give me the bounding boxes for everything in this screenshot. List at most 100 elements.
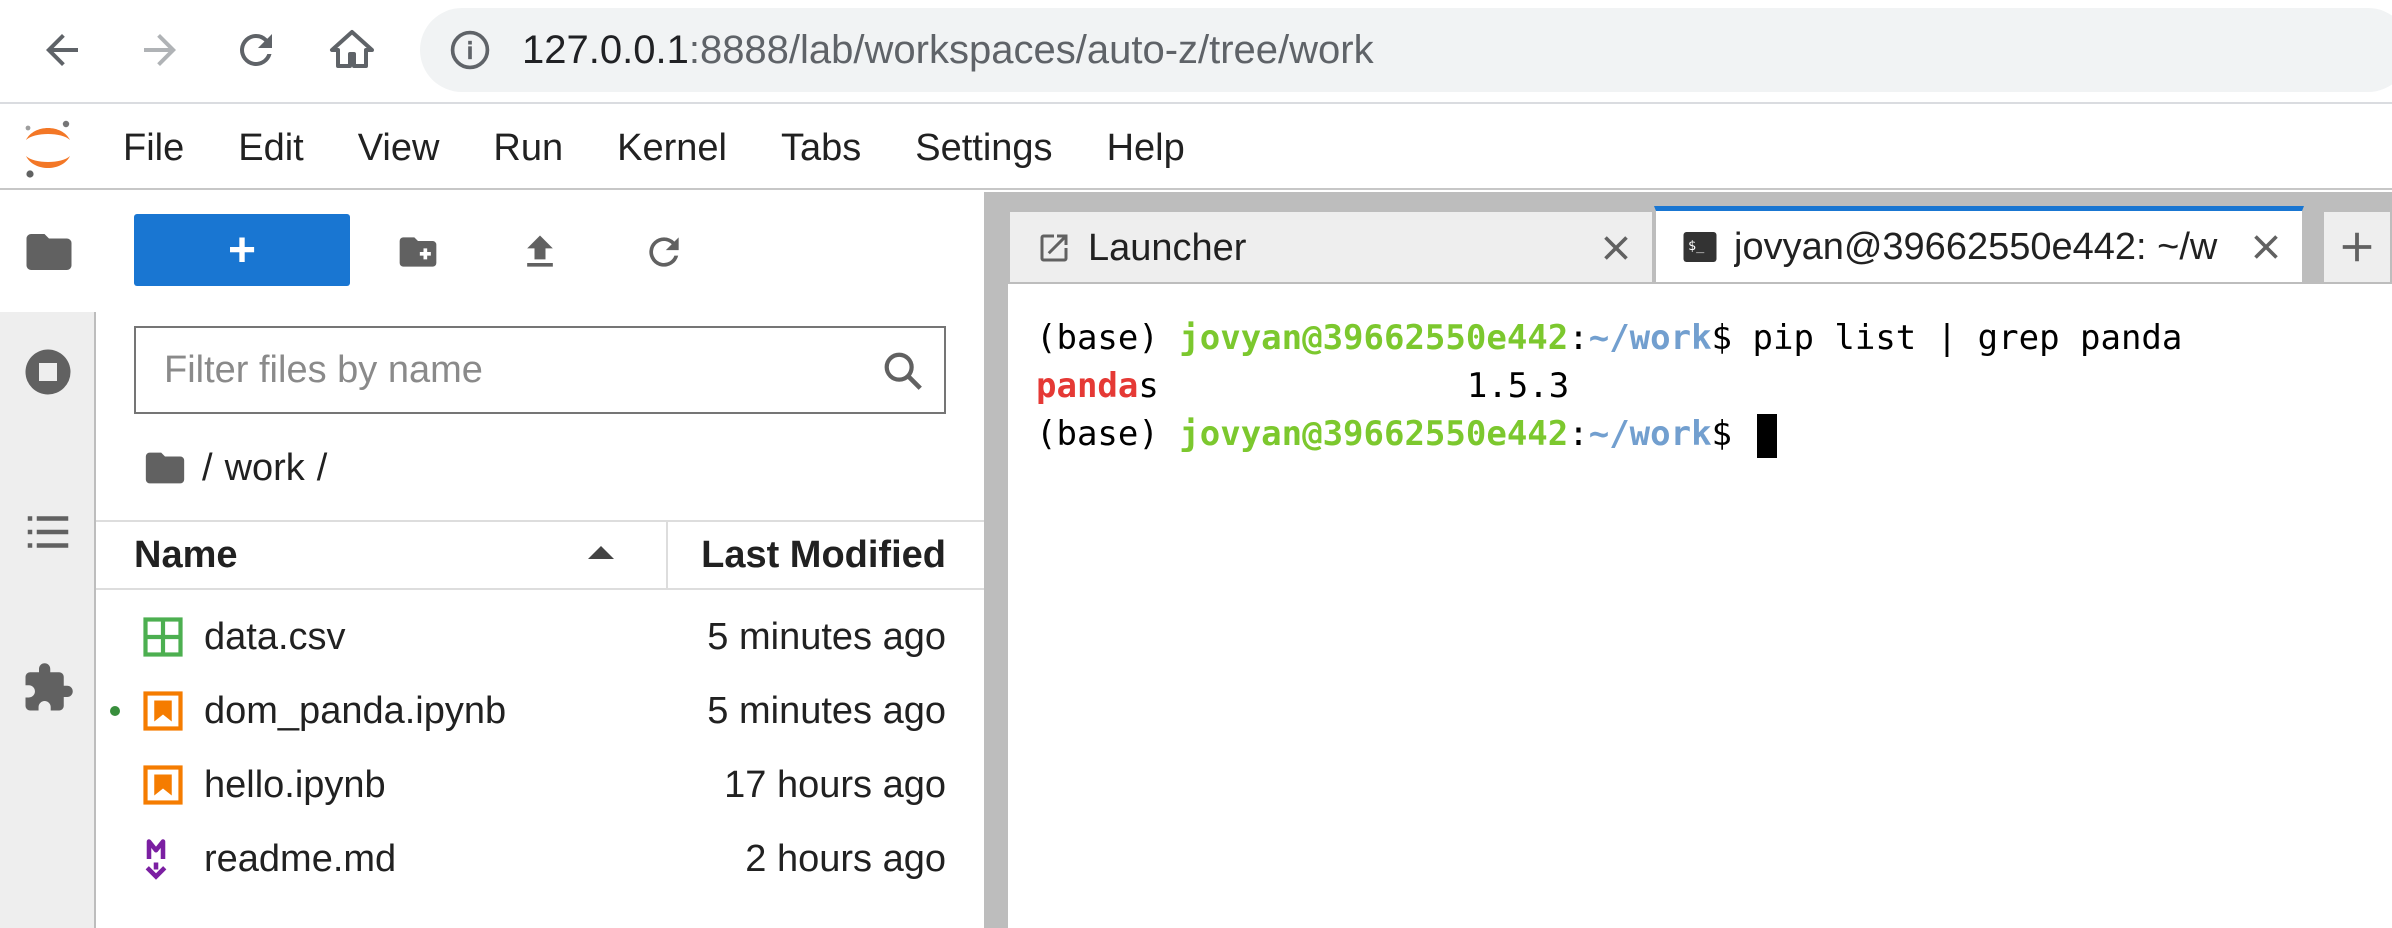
file-modified: 2 hours ago (745, 838, 946, 880)
close-icon[interactable] (1598, 230, 1634, 266)
plus-label: + (227, 223, 257, 277)
menu-kernel[interactable]: Kernel (590, 106, 754, 190)
prompt-user: jovyan@39662550e442 (1179, 414, 1569, 454)
prompt-user: jovyan@39662550e442 (1179, 318, 1569, 358)
file-list-header: Name Last Modified (96, 520, 984, 590)
tab-label: Launcher (1088, 227, 1247, 269)
jupyter-menubar: File Edit View Run Kernel Tabs Settings … (0, 106, 2392, 190)
url-text[interactable]: 127.0.0.1:8888/lab/workspaces/auto-z/tre… (522, 8, 1374, 92)
new-launcher-button[interactable]: + (134, 214, 350, 286)
breadcrumb-separator: / (202, 446, 213, 489)
puzzle-piece-icon (25, 663, 73, 711)
file-browser-toolbar: + (96, 192, 984, 312)
add-tab-button[interactable] (2322, 210, 2392, 282)
menu-view[interactable]: View (331, 106, 467, 190)
browser-toolbar: 127.0.0.1:8888/lab/workspaces/auto-z/tre… (0, 0, 2392, 104)
upload-button[interactable] (510, 222, 570, 282)
prompt-path: ~/work (1588, 414, 1712, 454)
name-column-label: Name (134, 534, 238, 576)
upload-icon (527, 235, 553, 267)
launcher-icon (1040, 234, 1068, 262)
left-activity-bar (0, 192, 98, 928)
terminal-line: (base) jovyan@39662550e442:~/work$ pip l… (1036, 314, 2392, 362)
menu-run[interactable]: Run (466, 106, 590, 190)
notebook-icon (143, 765, 183, 805)
panel-splitter[interactable] (984, 192, 1008, 928)
prompt-path: ~/work (1588, 318, 1712, 358)
file-name: data.csv (204, 616, 346, 658)
breadcrumb-separator: / (316, 446, 328, 489)
reload-icon (240, 33, 272, 66)
prompt-env: (base) (1036, 318, 1180, 358)
grep-match: panda (1036, 366, 1139, 406)
new-folder-button[interactable] (388, 222, 448, 282)
output-rest: s (1138, 366, 1159, 406)
url-path: :8888/lab/workspaces/auto-z/tree/work (688, 28, 1374, 72)
terminal-output[interactable]: (base) jovyan@39662550e442:~/work$ pip l… (1008, 284, 2392, 928)
file-modified: 17 hours ago (724, 764, 946, 806)
extension-manager-tab[interactable] (0, 628, 96, 748)
file-browser-tab[interactable] (0, 192, 98, 312)
modified-column-header[interactable]: Last Modified (701, 522, 946, 588)
terminal-line: pandas 1.5.3 (1036, 362, 2392, 410)
refresh-button[interactable] (634, 222, 694, 282)
menu-edit[interactable]: Edit (211, 106, 330, 190)
spreadsheet-icon (143, 617, 183, 657)
package-version: 1.5.3 (1466, 366, 1570, 406)
notebook-icon (143, 691, 183, 731)
reload-button[interactable] (228, 22, 284, 78)
forward-button[interactable] (132, 22, 188, 78)
terminal-cursor (1756, 413, 1777, 458)
list-item[interactable]: data.csv 5 minutes ago (96, 600, 984, 674)
name-column-header[interactable]: Name (134, 522, 668, 588)
prompt-env: (base) (1036, 414, 1180, 454)
list-item[interactable]: hello.ipynb 17 hours ago (96, 748, 984, 822)
menu-file[interactable]: File (96, 106, 211, 190)
home-icon (330, 30, 374, 68)
search-icon (884, 352, 922, 390)
back-button[interactable] (34, 22, 90, 78)
terminal-line: (base) jovyan@39662550e442:~/work$ (1036, 410, 2392, 458)
menu-help[interactable]: Help (1080, 106, 1212, 190)
menu-settings[interactable]: Settings (888, 106, 1079, 190)
main-dock-panel: Launcher $_ jovyan@39662550e442: ~/w (ba… (1008, 192, 2392, 928)
home-folder-icon[interactable] (142, 445, 188, 491)
list-item[interactable]: dom_panda.ipynb 5 minutes ago (96, 674, 984, 748)
list-item[interactable]: readme.md 2 hours ago (96, 822, 984, 896)
file-modified: 5 minutes ago (707, 690, 946, 732)
breadcrumb-work[interactable]: work (225, 447, 305, 490)
new-folder-icon (399, 237, 437, 267)
filter-files-input[interactable] (136, 328, 876, 412)
table-of-contents-tab[interactable] (0, 472, 96, 592)
jupyter-logo-icon[interactable] (18, 116, 78, 180)
prompt-end: $ (1711, 318, 1753, 358)
info-icon[interactable] (448, 28, 492, 72)
file-name: readme.md (204, 838, 397, 880)
markdown-icon (145, 839, 167, 880)
menu-tabs[interactable]: Tabs (754, 106, 888, 190)
terminal-icon: $_ (1683, 232, 1717, 262)
refresh-icon (649, 237, 679, 267)
sort-ascending-icon (588, 546, 614, 559)
tab-bar: Launcher $_ jovyan@39662550e442: ~/w (1008, 192, 2392, 284)
command-text: pip list | grep panda (1752, 318, 2183, 358)
file-browser-panel: + / work / Name Last Modified data.csv 5… (96, 192, 984, 928)
prompt-sep: : (1568, 318, 1589, 358)
running-sessions-tab[interactable] (0, 312, 96, 432)
file-modified: 5 minutes ago (707, 616, 946, 658)
folder-icon (26, 234, 72, 270)
back-arrow-icon (46, 34, 78, 66)
running-indicator (110, 706, 120, 716)
file-name: dom_panda.ipynb (204, 690, 507, 732)
breadcrumb: / work / (142, 438, 339, 498)
filter-box (134, 326, 946, 414)
home-button[interactable] (324, 22, 380, 78)
tab-launcher[interactable]: Launcher (1008, 210, 1654, 282)
stop-circle-icon (25, 349, 71, 395)
close-icon[interactable] (2248, 229, 2284, 265)
plus-icon (2342, 232, 2372, 262)
file-name: hello.ipynb (204, 764, 386, 806)
address-bar[interactable]: 127.0.0.1:8888/lab/workspaces/auto-z/tre… (420, 8, 2392, 92)
url-host: 127.0.0.1 (522, 28, 689, 72)
tab-terminal[interactable]: $_ jovyan@39662550e442: ~/w (1654, 206, 2304, 282)
